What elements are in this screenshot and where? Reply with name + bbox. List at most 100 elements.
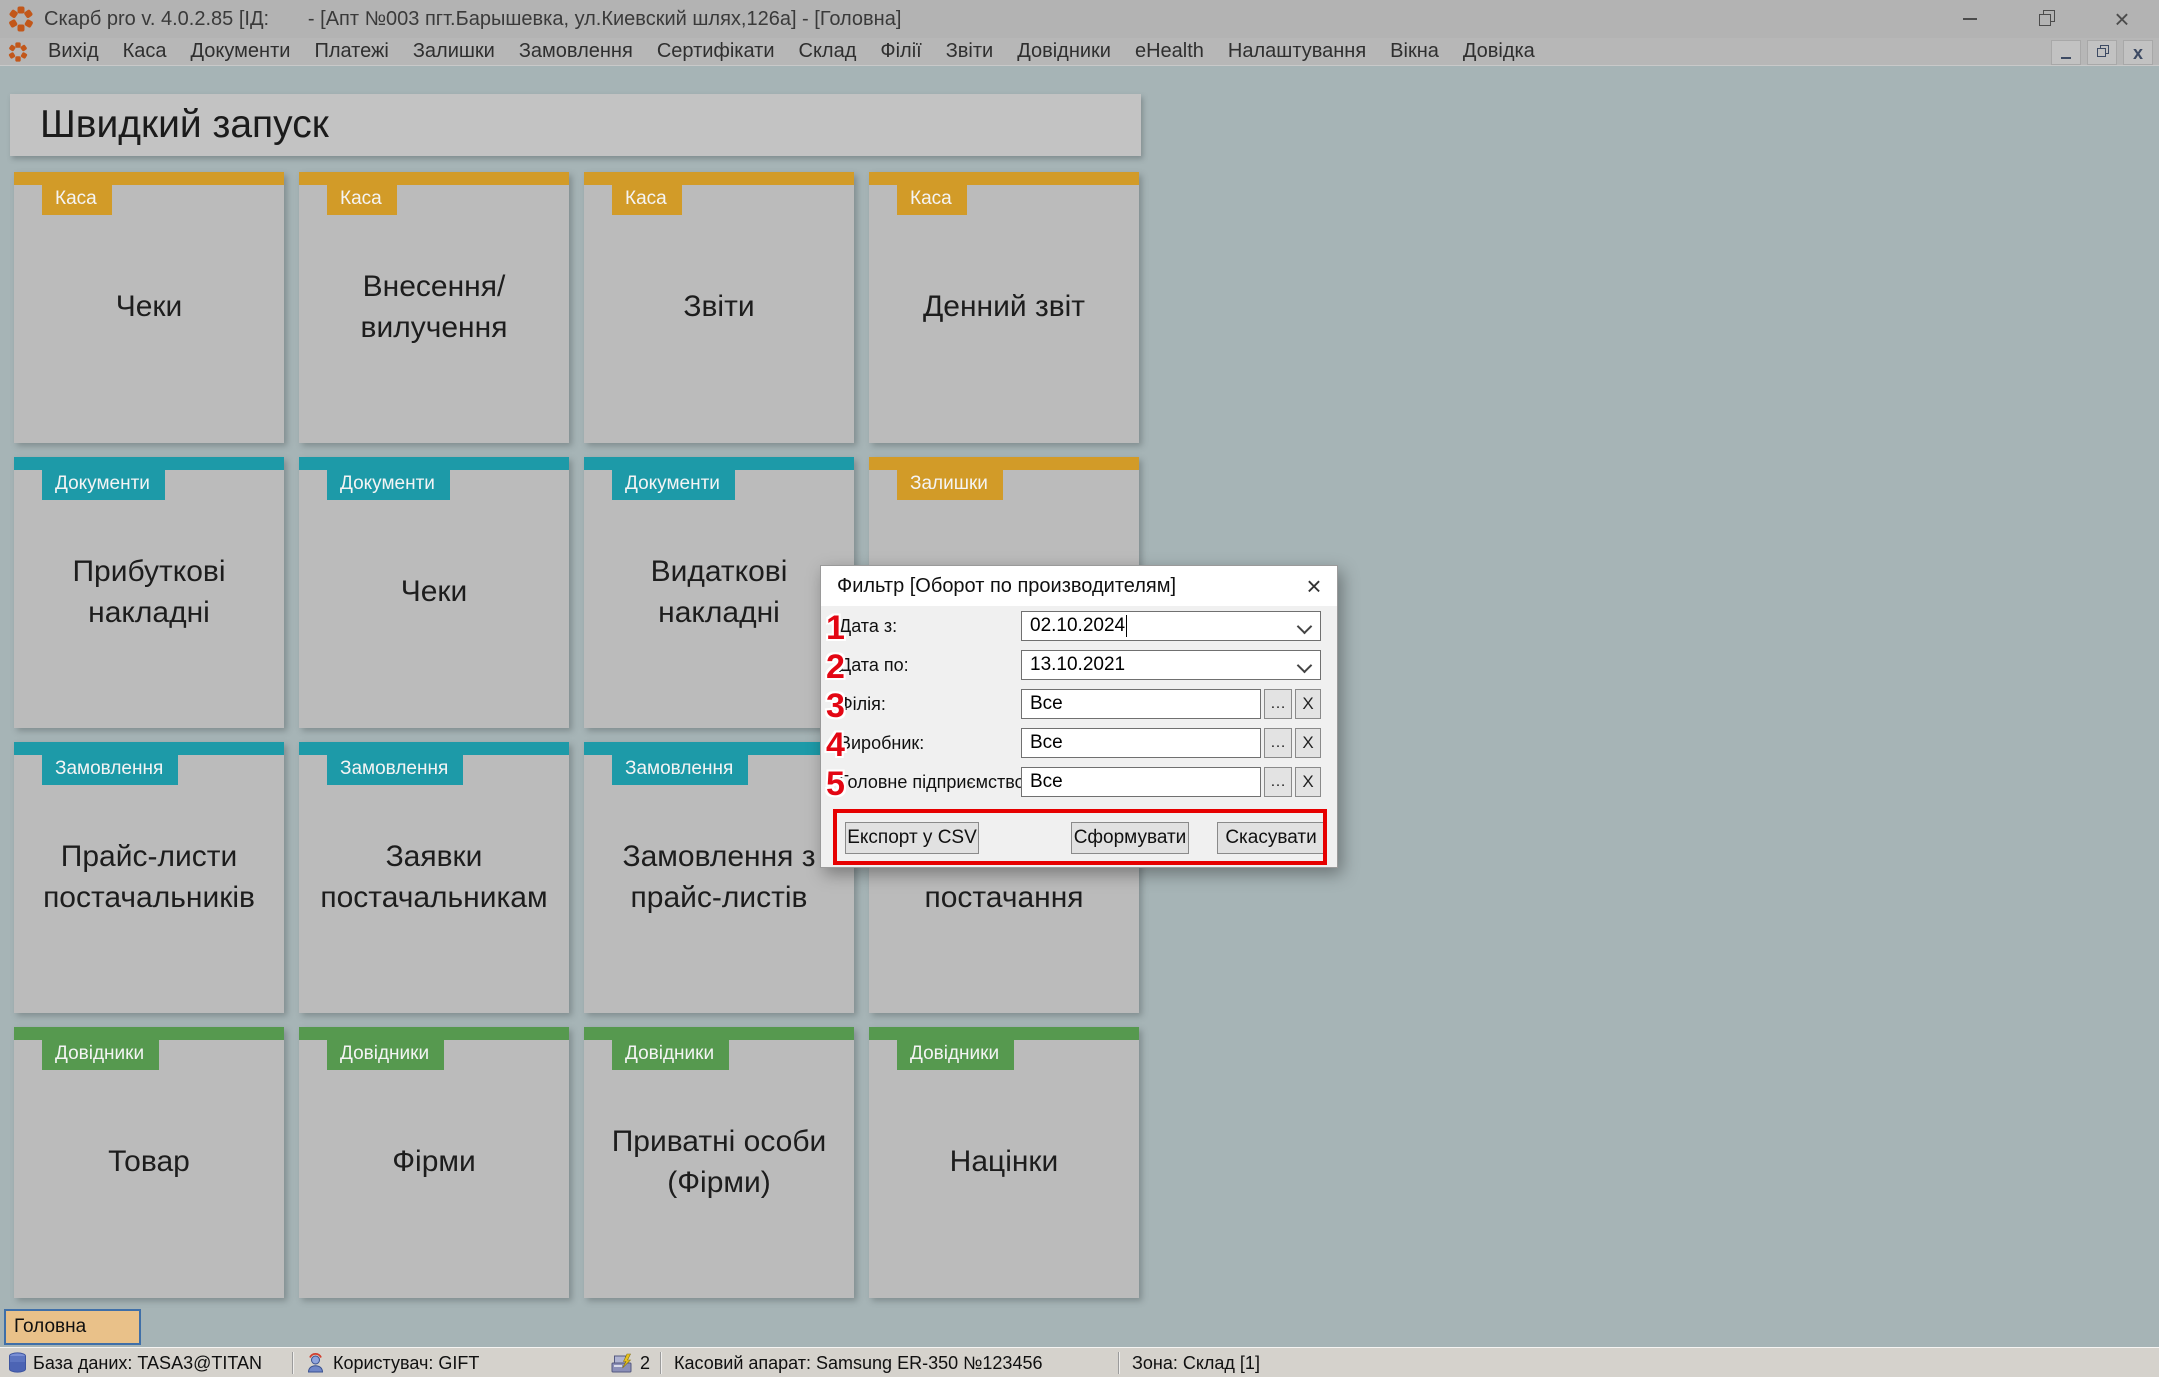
head-enterprise-value: Все [1030, 771, 1063, 793]
menu-ehealth[interactable]: eHealth [1123, 38, 1216, 65]
annotation-highlight-rect [833, 809, 1327, 865]
menu-dovidnyky[interactable]: Довідники [1005, 38, 1123, 65]
tile-category-bar [14, 457, 284, 470]
menu-filii[interactable]: Філії [868, 38, 933, 65]
app-logo-icon [8, 6, 34, 32]
annotation-number-5: 5 [826, 765, 856, 804]
tile-category-bar [14, 742, 284, 755]
mdi-close-button[interactable]: x [2123, 40, 2153, 65]
user-status: Користувач: GIFT [333, 1348, 479, 1377]
date-from-value: 02.10.2024 [1030, 615, 1125, 637]
menu-zvity[interactable]: Звіти [934, 38, 1005, 65]
field-row-manufacturer: 4 Виробник: Все … X [839, 728, 1321, 758]
menu-vykhid[interactable]: Вихід [36, 38, 111, 65]
database-status: База даних: TASA3@TITAN [33, 1348, 262, 1377]
tile-category-bar [869, 457, 1139, 470]
cash-register-icon [610, 1348, 633, 1377]
window-controls: × [1959, 0, 2133, 38]
mdi-restore-button[interactable] [2087, 40, 2117, 65]
field-row-date-from: 1 Дата з: 02.10.2024 [839, 611, 1321, 641]
tile-category-badge: Довідники [327, 1040, 444, 1070]
menu-bar: Вихід Каса Документи Платежі Залишки Зам… [0, 38, 2159, 66]
menu-sertyfikaty[interactable]: Сертифікати [645, 38, 787, 65]
tile-category-badge: Довідники [42, 1040, 159, 1070]
tile-zaiavky-postachalnykam[interactable]: Заявки постачальникам Замовлення [299, 742, 569, 1013]
database-icon [8, 1348, 27, 1377]
tile-vydatkovi-nakladni[interactable]: Видаткові накладні Документи [584, 457, 854, 728]
manufacturer-field[interactable]: Все [1021, 728, 1261, 758]
tile-category-badge: Каса [897, 185, 967, 215]
head-enterprise-label: Головне підприємство: [839, 767, 1030, 797]
date-to-value: 13.10.2021 [1030, 654, 1125, 676]
restore-button[interactable] [2035, 8, 2057, 30]
menu-vikna[interactable]: Вікна [1378, 38, 1451, 65]
tile-tovar[interactable]: Товар Довідники [14, 1027, 284, 1298]
tile-pryvatni-osoby-firmy[interactable]: Приватні особи (Фірми) Довідники [584, 1027, 854, 1298]
branch-browse-button[interactable]: … [1264, 689, 1292, 719]
menu-sklad[interactable]: Склад [787, 38, 869, 65]
annotation-number-2: 2 [826, 648, 856, 687]
cash-register-status: Касовий апарат: Samsung ER-350 №123456 [674, 1348, 1042, 1377]
app-window: Скарб pro v. 4.0.2.85 [ІД: - [Апт №003 п… [0, 0, 2159, 1377]
branch-field[interactable]: Все [1021, 689, 1261, 719]
tab-holovna[interactable]: Головна [4, 1309, 141, 1345]
head-enterprise-browse-button[interactable]: … [1264, 767, 1292, 797]
tile-cheky-kasa[interactable]: Чеки Каса [14, 172, 284, 443]
tile-zvity-kasa[interactable]: Звіти Каса [584, 172, 854, 443]
field-row-branch: 3 Філія: Все … X [839, 689, 1321, 719]
menu-platezhi[interactable]: Платежі [302, 38, 400, 65]
tile-zamovlennia-z-price-lystiv[interactable]: Замовлення з прайс-листів Замовлення [584, 742, 854, 1013]
text-caret [1126, 615, 1127, 637]
statusbar-separator [1118, 1352, 1119, 1374]
tile-category-badge: Каса [612, 185, 682, 215]
mdi-restore-icon [2097, 47, 2108, 58]
minimize-button[interactable] [1959, 8, 1981, 30]
chevron-down-icon [1297, 658, 1313, 674]
mdi-minimize-button[interactable] [2051, 40, 2081, 65]
tile-category-badge: Каса [327, 185, 397, 215]
tile-cheky-dokumenty[interactable]: Чеки Документи [299, 457, 569, 728]
tile-dennyi-zvit[interactable]: Денний звіт Каса [869, 172, 1139, 443]
statusbar-separator [660, 1352, 661, 1374]
manufacturer-browse-button[interactable]: … [1264, 728, 1292, 758]
date-to-combobox[interactable]: 13.10.2021 [1021, 650, 1321, 680]
menu-zamovlennia[interactable]: Замовлення [507, 38, 645, 65]
menu-dokumenty[interactable]: Документи [179, 38, 303, 65]
menu-kasa[interactable]: Каса [111, 38, 179, 65]
tile-vnesennia-vyluchennia[interactable]: Внесення/вилучення Каса [299, 172, 569, 443]
annotation-number-3: 3 [826, 687, 856, 726]
branch-clear-button[interactable]: X [1295, 689, 1321, 719]
close-button[interactable]: × [2111, 8, 2133, 30]
tile-category-bar [584, 172, 854, 185]
date-from-combobox[interactable]: 02.10.2024 [1021, 611, 1321, 641]
quick-launch-title: Швидкий запуск [10, 94, 1141, 156]
user-icon [306, 1348, 325, 1377]
tile-firmy[interactable]: Фірми Довідники [299, 1027, 569, 1298]
tile-category-badge: Каса [42, 185, 112, 215]
tile-natsinky[interactable]: Націнки Довідники [869, 1027, 1139, 1298]
tile-price-lysty-postachalnykiv[interactable]: Прайс-листи постачальників Замовлення [14, 742, 284, 1013]
dialog-close-icon[interactable]: × [1291, 566, 1337, 606]
head-enterprise-clear-button[interactable]: X [1295, 767, 1321, 797]
tile-category-bar [299, 457, 569, 470]
manufacturer-clear-button[interactable]: X [1295, 728, 1321, 758]
tile-category-badge: Замовлення [42, 755, 178, 785]
tile-category-badge: Документи [327, 470, 450, 500]
menu-zalyshky[interactable]: Залишки [401, 38, 507, 65]
manufacturer-value: Все [1030, 732, 1063, 754]
menu-nalashtuvannia[interactable]: Налаштування [1216, 38, 1378, 65]
mdi-window-controls: x [2051, 40, 2153, 65]
tile-category-bar [584, 742, 854, 755]
tile-category-badge: Залишки [897, 470, 1003, 500]
mdi-minimize-icon [2061, 57, 2071, 59]
window-title: Скарб pro v. 4.0.2.85 [ІД: - [Апт №003 п… [44, 8, 901, 31]
menu-dovidka[interactable]: Довідка [1451, 38, 1547, 65]
minimize-icon [1963, 18, 1977, 20]
zone-status: Зона: Склад [1] [1132, 1348, 1260, 1377]
tile-prybutkovi-nakladni[interactable]: Прибуткові накладні Документи [14, 457, 284, 728]
filter-dialog: Фильтр [Оборот по производителям] × 1 Да… [820, 565, 1338, 868]
tile-category-bar [584, 1027, 854, 1040]
tile-category-bar [299, 172, 569, 185]
tile-category-bar [14, 172, 284, 185]
head-enterprise-field[interactable]: Все [1021, 767, 1261, 797]
